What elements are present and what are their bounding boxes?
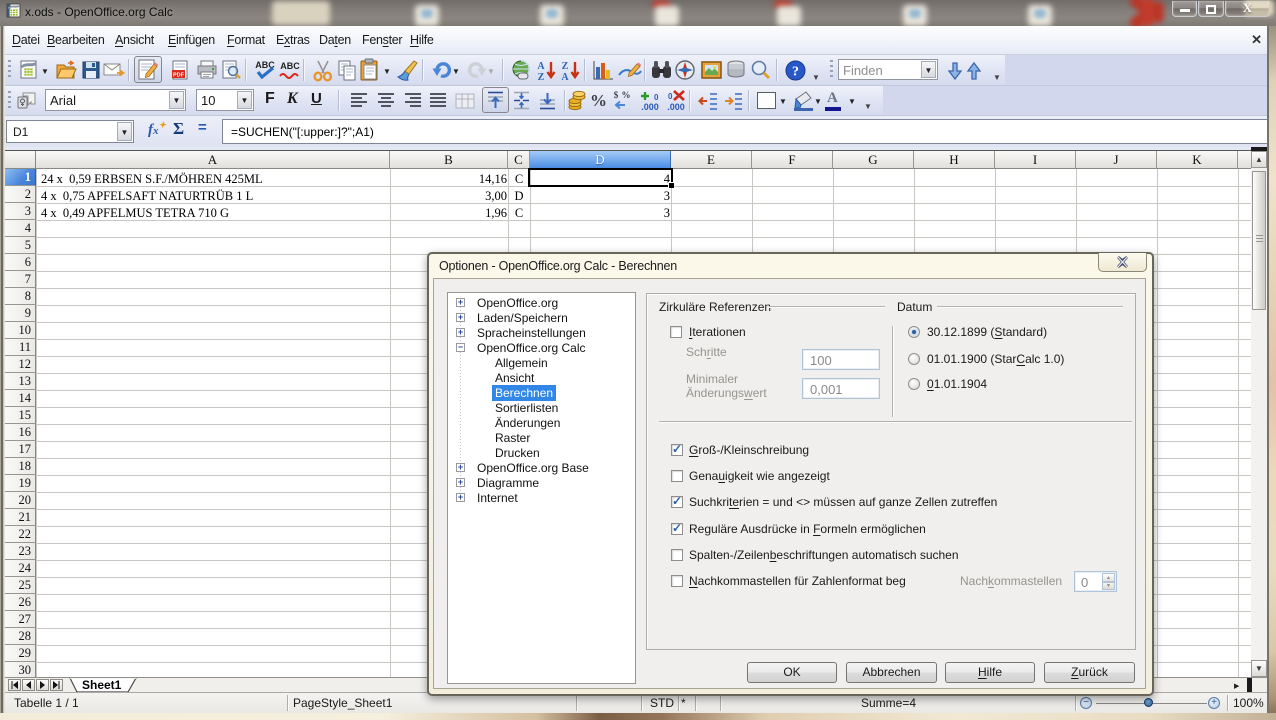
svg-text:A: A — [561, 72, 569, 82]
svg-text:PDF: PDF — [173, 73, 185, 79]
svg-text:Z: Z — [562, 61, 569, 72]
svg-text:.000: .000 — [667, 102, 685, 112]
svg-text:A: A — [537, 61, 545, 72]
svg-text:.000: .000 — [641, 102, 659, 112]
svg-text:ABC: ABC — [280, 61, 300, 71]
svg-text:Z: Z — [538, 72, 545, 82]
svg-text:%: % — [622, 90, 631, 100]
svg-text:?: ? — [792, 65, 799, 80]
svg-text:0: 0 — [668, 92, 673, 101]
svg-text:$: $ — [614, 90, 619, 100]
svg-text:0: 0 — [654, 93, 659, 102]
